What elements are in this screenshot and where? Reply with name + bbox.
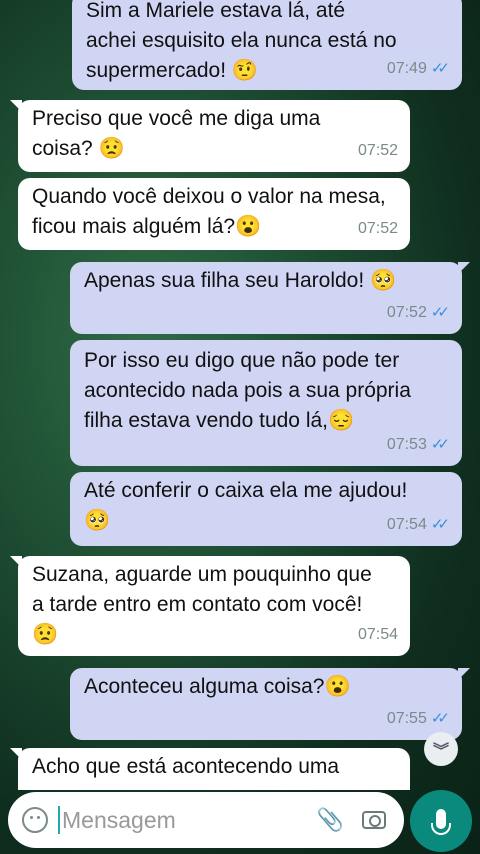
message-bubble-received[interactable]: Quando você deixou o valor na mesa, fico… — [18, 178, 410, 250]
message-meta: 07:52 ✓✓ — [387, 298, 450, 328]
message-bubble-sent[interactable]: Sim a Mariele estava lá, até achei esqui… — [72, 0, 462, 90]
message-text: Suzana, aguarde um pouquinho que a tarde… — [32, 563, 372, 646]
emoji-icon[interactable] — [22, 807, 48, 833]
paperclip-icon[interactable]: 📎 — [317, 807, 344, 833]
message-bubble-received[interactable]: Preciso que você me diga uma coisa? 😟 07… — [10, 100, 410, 172]
scroll-to-bottom-button[interactable]: ︾ — [424, 732, 458, 766]
message-meta: 07:52 — [357, 142, 398, 159]
message-text: Quando você deixou o valor na mesa, fico… — [32, 185, 386, 238]
message-input[interactable]: Mensagem — [62, 807, 317, 834]
chat-area: Sim a Mariele estava lá, até achei esqui… — [0, 0, 480, 790]
message-bubble-sent[interactable]: Por isso eu digo que não pode ter aconte… — [70, 340, 462, 466]
message-text: Apenas sua filha seu Haroldo! 🥺 — [84, 269, 397, 292]
message-meta: 07:54 ✓✓ — [387, 510, 450, 540]
message-text: Preciso que você me diga uma coisa? 😟 — [32, 107, 321, 160]
message-text: Aconteceu alguma coisa?😮 — [84, 675, 351, 698]
read-check-icon: ✓✓ — [430, 60, 450, 77]
message-bubble-received[interactable]: Acho que está acontecendo uma — [10, 748, 410, 790]
read-check-icon: ✓✓ — [430, 436, 450, 453]
text-cursor — [58, 806, 60, 834]
message-bubble-sent[interactable]: Até conferir o caixa ela me ajudou! 🥺 07… — [70, 472, 462, 546]
read-check-icon: ✓✓ — [430, 516, 450, 533]
message-text: Acho que está acontecendo uma — [32, 755, 340, 778]
message-input-bar: Mensagem 📎 — [8, 792, 404, 848]
read-check-icon: ✓✓ — [430, 710, 450, 727]
chevron-double-down-icon: ︾ — [432, 743, 449, 760]
message-bubble-sent[interactable]: Aconteceu alguma coisa?😮 07:55 ✓✓ — [70, 668, 470, 740]
message-meta: 07:52 — [357, 220, 398, 237]
message-meta: 07:55 ✓✓ — [387, 704, 450, 734]
message-meta: 07:53 ✓✓ — [387, 430, 450, 460]
message-bubble-sent[interactable]: Apenas sua filha seu Haroldo! 🥺 07:52 ✓✓ — [70, 262, 470, 334]
read-check-icon: ✓✓ — [430, 304, 450, 321]
mic-button[interactable] — [410, 790, 472, 852]
message-bubble-received[interactable]: Suzana, aguarde um pouquinho que a tarde… — [10, 556, 410, 656]
message-meta: 07:49 ✓✓ — [387, 54, 450, 84]
message-text: Por isso eu digo que não pode ter aconte… — [84, 349, 411, 432]
message-meta: 07:54 — [357, 626, 398, 643]
camera-icon[interactable] — [362, 811, 386, 829]
